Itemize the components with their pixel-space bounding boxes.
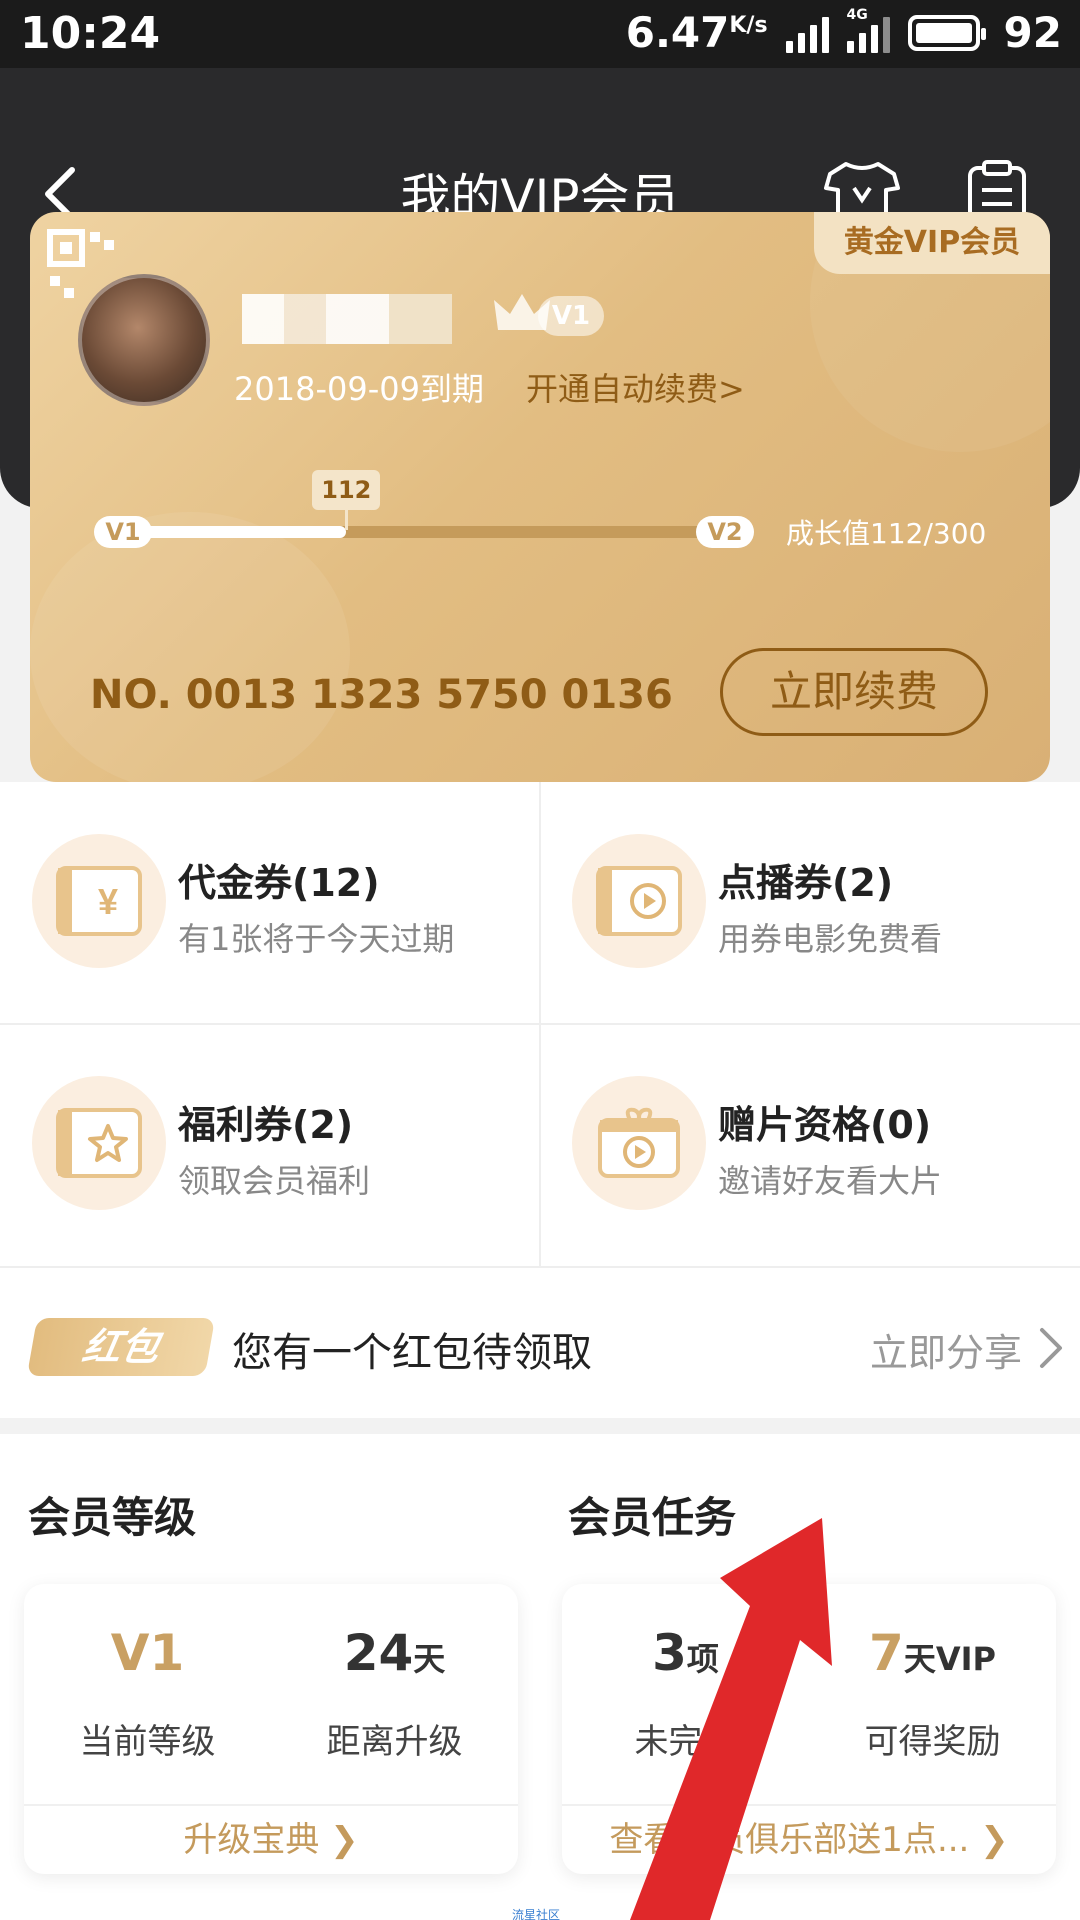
upgrade-guide-link[interactable]: 升级宝典 ❯	[24, 1804, 518, 1874]
progress-start-level: V1	[94, 516, 152, 548]
vip-card[interactable]: 黄金VIP会员 V1 2018-09-09到期 开通自动续费> V1 V2 11…	[30, 212, 1050, 782]
share-link[interactable]: 立即分享	[870, 1322, 1022, 1377]
status-bar: 10:24 6.47K/s 4G 92	[0, 0, 1080, 68]
net-speed: 6.47K/s	[626, 8, 768, 57]
member-club-link[interactable]: 查看会员俱乐部送1点... ❯	[562, 1804, 1056, 1874]
member-section: 会员等级 会员任务 V1 24天 当前等级 距离升级 升级宝典 ❯ 3项 7天V…	[0, 1434, 1080, 1920]
coupon-welfare[interactable]: 福利券(2) 领取会员福利	[0, 1024, 540, 1266]
coupon-cash[interactable]: ¥ 代金券(12) 有1张将于今天过期	[0, 782, 540, 1024]
progress-end-level: V2	[696, 516, 754, 548]
yen-ticket-icon: ¥	[32, 834, 166, 968]
card-number: NO. 0013 1323 5750 0136	[90, 672, 673, 718]
coupon-subtitle: 有1张将于今天过期	[178, 920, 455, 958]
coupon-title: 点播券(2)	[718, 861, 894, 905]
days-to-upgrade-label: 距离升级	[326, 1722, 463, 1762]
coupon-title: 赠片资格(0)	[718, 1103, 932, 1147]
member-level-title: 会员等级	[28, 1493, 197, 1542]
wifi-signal-icon	[785, 13, 829, 53]
member-level-card[interactable]: V1 24天 当前等级 距离升级 升级宝典 ❯	[24, 1584, 518, 1874]
reward-number: 7	[869, 1624, 904, 1682]
renew-button[interactable]: 立即续费	[720, 648, 988, 736]
watermark: 流星社区	[512, 1908, 561, 1920]
days-to-upgrade: 24天	[271, 1624, 518, 1682]
vip-tier-badge: 黄金VIP会员	[814, 212, 1050, 274]
progress-marker: 112	[312, 470, 381, 510]
svg-text:¥: ¥	[98, 881, 118, 922]
auto-renew-link[interactable]: 开通自动续费>	[526, 364, 745, 410]
days-value: 24	[343, 1624, 414, 1682]
member-tasks-card[interactable]: 3项 7天VIP 未完成 可得奖励 查看会员俱乐部送1点... ❯	[562, 1584, 1056, 1874]
username-blurred	[242, 294, 452, 344]
play-ticket-icon	[572, 834, 706, 968]
gift-film[interactable]: 赠片资格(0) 邀请好友看大片	[540, 1024, 1080, 1266]
current-level-label: 当前等级	[79, 1722, 216, 1762]
coupon-title: 代金券(12)	[178, 861, 380, 905]
growth-progress-bar	[130, 526, 710, 538]
red-packet-tag: 红包	[26, 1318, 216, 1376]
net-speed-value: 6.47	[625, 8, 730, 57]
progress-marker-stem	[345, 508, 349, 530]
battery-icon	[907, 14, 986, 51]
days-unit: 天	[413, 1640, 446, 1678]
member-tasks-title: 会员任务	[568, 1493, 737, 1542]
divider	[0, 1023, 1080, 1025]
battery-level: 92	[1003, 8, 1062, 57]
tasks-incomplete: 3项	[562, 1624, 809, 1682]
current-level-value: V1	[110, 1624, 185, 1682]
net-speed-unit: K/s	[729, 13, 768, 38]
reward-value: 7天VIP	[809, 1624, 1056, 1682]
red-packet-text: 您有一个红包待领取	[232, 1330, 592, 1376]
coupon-grid: ¥ 代金券(12) 有1张将于今天过期 点播券(2) 用券电影免费看 福利券(2…	[0, 782, 1080, 1266]
growth-value: 成长值112/300	[786, 517, 987, 550]
reward-unit: 天VIP	[903, 1640, 996, 1678]
coupon-title: 福利券(2)	[178, 1103, 354, 1147]
coupon-subtitle: 领取会员福利	[178, 1162, 371, 1200]
coupon-subtitle: 邀请好友看大片	[718, 1162, 943, 1200]
level-badge: V1	[538, 296, 604, 336]
star-ticket-icon	[32, 1076, 166, 1210]
net-type: 4G	[846, 6, 868, 23]
status-time: 10:24	[20, 8, 161, 59]
reward-label: 可得奖励	[864, 1722, 1001, 1762]
avatar[interactable]	[78, 274, 210, 406]
card-decoration	[30, 512, 350, 782]
red-packet-row[interactable]: 红包 您有一个红包待领取 立即分享	[0, 1266, 1080, 1418]
coupon-vod[interactable]: 点播券(2) 用券电影免费看	[540, 782, 1080, 1024]
gift-play-icon	[572, 1076, 706, 1210]
tasks-count: 3	[652, 1624, 687, 1682]
expiry-date: 2018-09-09到期	[234, 370, 484, 408]
tasks-unit: 项	[686, 1640, 719, 1678]
chevron-right-icon	[1040, 1328, 1062, 1368]
tasks-incomplete-label: 未完成	[634, 1722, 737, 1762]
cell-signal-icon: 4G	[846, 7, 890, 53]
growth-progress-fill	[130, 526, 347, 538]
status-right: 6.47K/s 4G 92	[626, 7, 1062, 58]
coupon-subtitle: 用券电影免费看	[718, 920, 943, 958]
